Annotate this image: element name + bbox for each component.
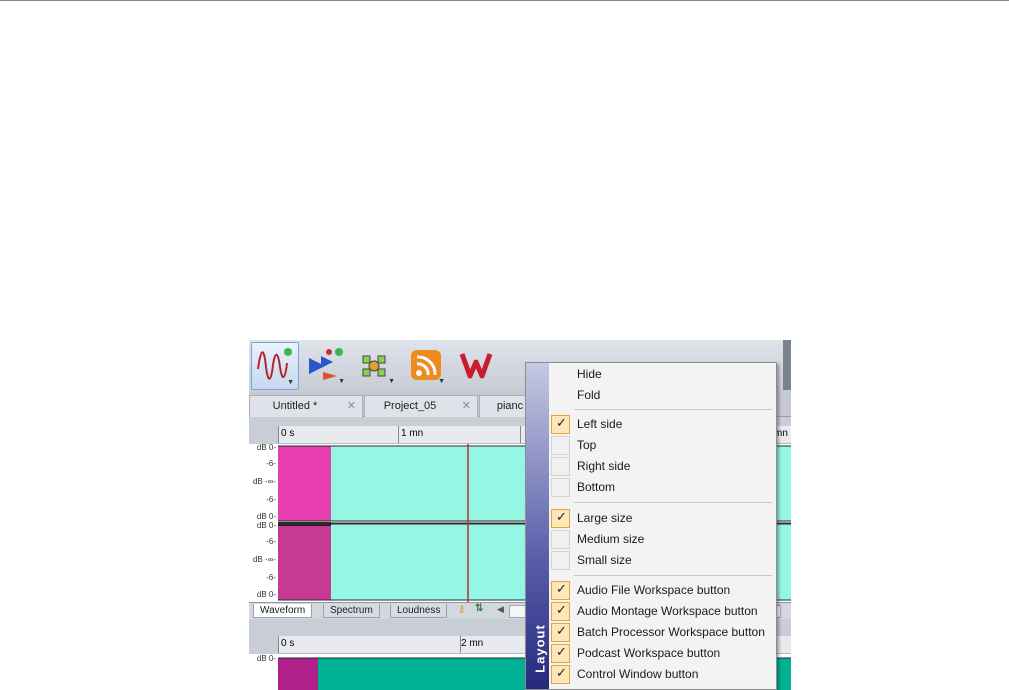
- checkbox: [551, 478, 570, 497]
- chevron-down-icon: ▼: [388, 378, 395, 385]
- checkbox: ✓: [551, 602, 570, 621]
- menu-item-hide[interactable]: Hide: [550, 364, 774, 385]
- key-icon[interactable]: ⚷: [458, 604, 465, 615]
- tab-spectrum[interactable]: Spectrum: [323, 604, 380, 618]
- checkbox: [551, 551, 570, 570]
- db-scale-ch1: dB 0- -6- dB -∞- -6- dB 0-: [252, 443, 276, 521]
- sync-arrows-icon[interactable]: ⇅: [475, 603, 483, 614]
- chevron-down-icon: ▼: [438, 378, 445, 385]
- top-divider-line: [0, 0, 1009, 1]
- tab-waveform[interactable]: Waveform: [253, 604, 313, 618]
- checkbox: [551, 436, 570, 455]
- menu-item-small-size[interactable]: Small size: [550, 550, 774, 571]
- menu-item-fold[interactable]: Fold: [550, 385, 774, 406]
- audio-montage-workspace-button[interactable]: ▼: [303, 342, 349, 388]
- checkbox: [551, 457, 570, 476]
- tab-loudness[interactable]: Loudness: [390, 604, 448, 618]
- tab-label: Project_05: [383, 400, 437, 412]
- checkmark-icon: ✓: [556, 581, 567, 596]
- batch-processor-workspace-button[interactable]: ▼: [353, 342, 399, 388]
- checkmark-icon: ✓: [556, 415, 567, 430]
- menu-side-strip: Layout: [526, 363, 549, 689]
- chevron-down-icon: ▼: [287, 379, 294, 386]
- menu-item-medium-size[interactable]: Medium size: [550, 529, 774, 550]
- ruler-label-start: 0 s: [281, 638, 295, 649]
- scroll-left-icon[interactable]: ◀: [497, 604, 504, 615]
- menu-item-audio-montage-workspace-button[interactable]: ✓ Audio Montage Workspace button: [550, 601, 774, 622]
- checkmark-icon: ✓: [556, 602, 567, 617]
- control-window-icon: [459, 353, 493, 379]
- close-icon[interactable]: ✕: [347, 396, 356, 416]
- chevron-down-icon: ▼: [338, 378, 345, 385]
- menu-item-control-window-button[interactable]: ✓ Control Window button: [550, 664, 774, 685]
- close-icon[interactable]: ✕: [462, 396, 471, 416]
- ruler-label-start: 0 s: [281, 428, 295, 439]
- menu-item-left-side[interactable]: ✓ Left side: [550, 414, 774, 435]
- menu-item-right-side[interactable]: Right side: [550, 456, 774, 477]
- checkmark-icon: ✓: [556, 665, 567, 680]
- tab-label: Untitled *: [272, 400, 318, 412]
- checkbox: ✓: [551, 623, 570, 642]
- menu-item-audio-file-workspace-button[interactable]: ✓ Audio File Workspace button: [550, 580, 774, 601]
- menu-item-bottom[interactable]: Bottom: [550, 477, 774, 498]
- ruler-label-mid: 1 mn: [401, 428, 424, 439]
- menu-separator: [574, 409, 772, 410]
- checkbox: ✓: [551, 665, 570, 684]
- podcast-workspace-button[interactable]: ▼: [403, 342, 449, 388]
- layout-context-menu: Layout Hide Fold ✓ Left side Top Right s…: [525, 362, 777, 690]
- control-window-button[interactable]: [453, 342, 499, 388]
- menu-separator: [574, 575, 772, 576]
- db-scale-ch3: dB 0-: [256, 654, 276, 663]
- checkmark-icon: ✓: [556, 644, 567, 659]
- checkmark-icon: ✓: [556, 623, 567, 638]
- tab-untitled[interactable]: Untitled * ✕: [249, 395, 363, 417]
- checkmark-icon: ✓: [556, 509, 567, 524]
- checkbox: ✓: [551, 644, 570, 663]
- audio-file-workspace-button[interactable]: ▼: [251, 342, 299, 390]
- tab-project-05[interactable]: Project_05 ✕: [364, 395, 478, 417]
- menu-item-batch-processor-workspace-button[interactable]: ✓ Batch Processor Workspace button: [550, 622, 774, 643]
- menu-title: Layout: [532, 624, 548, 673]
- menu-item-top[interactable]: Top: [550, 435, 774, 456]
- menu-item-podcast-workspace-button[interactable]: ✓ Podcast Workspace button: [550, 643, 774, 664]
- vertical-scrollbar[interactable]: [783, 340, 791, 390]
- menu-separator: [574, 502, 772, 503]
- checkbox: ✓: [551, 581, 570, 600]
- ruler-label-mid: 2 mn: [461, 638, 484, 649]
- checkbox: ✓: [551, 415, 570, 434]
- menu-item-large-size[interactable]: ✓ Large size: [550, 508, 774, 529]
- db-scale-ch2: dB 0- -6- dB -∞- -6- dB 0-: [252, 521, 276, 599]
- checkbox: [551, 530, 570, 549]
- checkbox: ✓: [551, 509, 570, 528]
